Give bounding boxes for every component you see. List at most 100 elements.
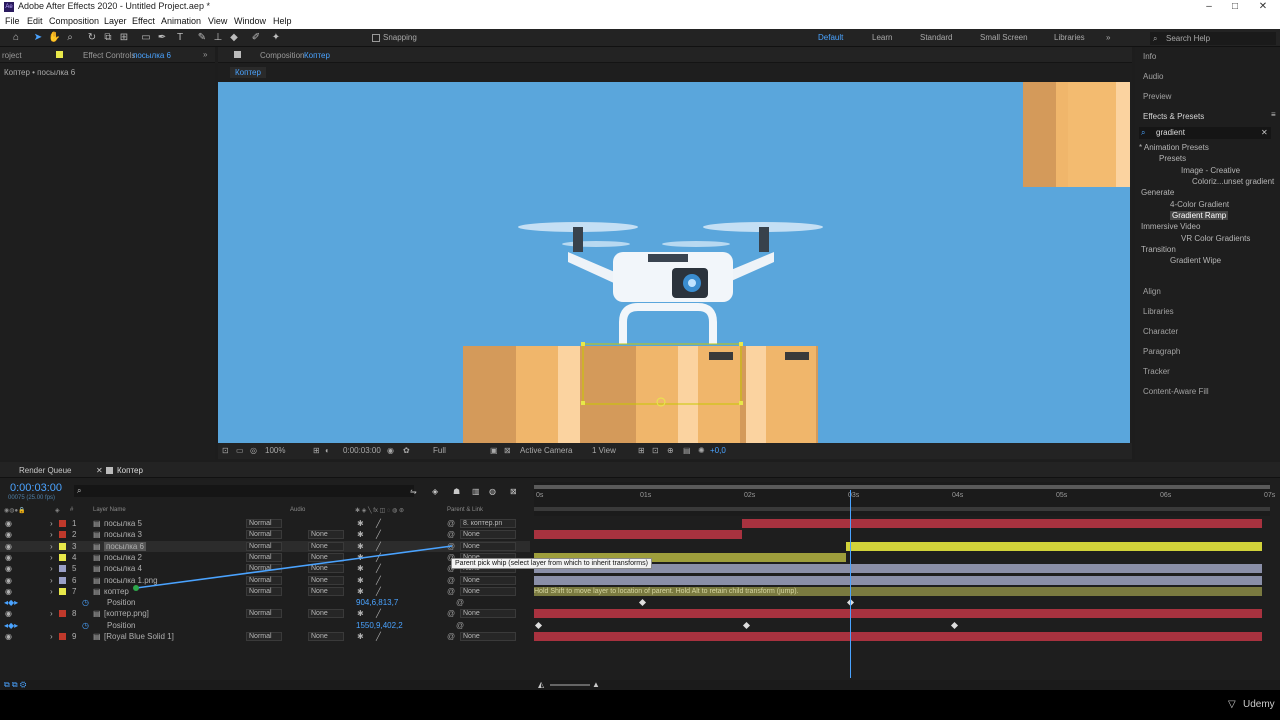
parent-select[interactable]: None (460, 609, 516, 619)
tab-project[interactable]: roject (2, 51, 22, 60)
brush-tool-icon[interactable]: ✎ (196, 32, 208, 44)
workspace-standard[interactable]: Standard (920, 33, 952, 42)
work-area-bar[interactable] (534, 485, 1270, 489)
parent-select[interactable]: None (460, 575, 516, 585)
rectangle-tool-icon[interactable]: ▭ (140, 32, 152, 44)
col-layer-name[interactable]: Layer Name (93, 507, 126, 513)
search-help-input[interactable]: ⌕ Search Help (1150, 32, 1276, 45)
pen-tool-icon[interactable]: ✒ (156, 32, 168, 44)
tab-composition-label[interactable]: Composition (260, 51, 304, 60)
pick-whip-icon[interactable]: @ (447, 519, 455, 528)
visibility-eye-icon[interactable]: ◉ (5, 542, 12, 551)
layer-name[interactable]: посылка 3 (104, 530, 142, 539)
parent-select[interactable]: None (460, 586, 516, 596)
composition-viewer[interactable] (218, 82, 1130, 443)
label-color-chip[interactable] (59, 565, 66, 573)
layer-row[interactable]: ◉ › 9 ▤ [Royal Blue Solid 1] Normal None ✱ ╱ @ Non… (0, 631, 530, 642)
workspace-small-screen[interactable]: Small Screen (980, 33, 1028, 42)
twirl-arrow-icon[interactable]: › (50, 542, 53, 551)
quality-switch-icon[interactable]: ╱ (376, 632, 381, 641)
pick-whip-icon[interactable]: @ (447, 632, 455, 641)
tree-animation-presets[interactable]: * Animation Presets (1139, 143, 1209, 152)
camera-select[interactable]: Active Camera (520, 446, 572, 455)
menu-layer[interactable]: Layer (104, 16, 127, 26)
panel-paragraph[interactable]: Paragraph (1143, 347, 1180, 356)
label-color-chip[interactable] (59, 520, 66, 527)
keyframe[interactable] (534, 621, 543, 629)
camera-tool-icon[interactable]: ⧉ (102, 32, 114, 44)
magnify-icon[interactable]: ⊡ (222, 446, 229, 455)
tree-vr-color-gradients[interactable]: VR Color Gradients (1181, 234, 1250, 243)
show-channel-icon[interactable]: ✿ (403, 446, 410, 455)
home-icon[interactable]: ⌂ (10, 32, 22, 44)
tree-4-color-gradient[interactable]: 4-Color Gradient (1170, 200, 1229, 209)
panel-audio[interactable]: Audio (1143, 72, 1163, 81)
panel-character[interactable]: Character (1143, 327, 1178, 336)
track-matte-select[interactable]: None (308, 609, 344, 619)
transparency-grid-icon[interactable]: ⊠ (504, 446, 511, 455)
frame-blending-icon[interactable]: ▥ (472, 487, 480, 496)
more-workspaces-icon[interactable]: » (1106, 33, 1110, 42)
graph-editor-icon[interactable]: ⊠ (510, 487, 517, 496)
label-color-chip[interactable] (59, 576, 66, 584)
menu-edit[interactable]: Edit (27, 16, 43, 26)
zoom-level-select[interactable]: 100% (265, 446, 285, 455)
tree-gradient-wipe[interactable]: Gradient Wipe (1170, 256, 1221, 265)
twirl-arrow-icon[interactable]: › (50, 576, 53, 585)
menu-window[interactable]: Window (234, 16, 266, 26)
layer-row[interactable]: ◉ › 8 ▤ [коптер.png] Normal None ✱ ╱ @ None (0, 608, 530, 619)
track-area[interactable] (534, 518, 1270, 678)
label-color-chip[interactable] (59, 610, 66, 618)
puppet-tool-icon[interactable]: ✦ (270, 32, 282, 44)
expression-pick-whip-icon[interactable]: @ (456, 598, 464, 607)
tree-image-creative[interactable]: Image - Creative (1181, 166, 1240, 175)
menu-help[interactable]: Help (273, 16, 292, 26)
pick-whip-icon[interactable]: @ (447, 609, 455, 618)
stopwatch-icon[interactable]: ◷ (82, 598, 89, 607)
visibility-eye-icon[interactable]: ◉ (5, 530, 12, 539)
layer-duration-bar[interactable] (534, 575, 1262, 585)
eraser-tool-icon[interactable]: ◆ (228, 32, 240, 44)
menu-animation[interactable]: Animation (161, 16, 201, 26)
stopwatch-icon[interactable]: ◷ (82, 621, 89, 630)
menu-file[interactable]: File (5, 16, 20, 26)
layer-row[interactable]: ◉ › 2 ▤ посылка 3 Normal None ✱ ╱ @ None (0, 529, 530, 540)
twirl-arrow-icon[interactable]: › (50, 519, 53, 528)
selection-tool-icon[interactable]: ➤ (32, 32, 44, 44)
rotate-tool-icon[interactable]: ↻ (86, 32, 98, 44)
panel-effects-presets[interactable]: Effects & Presets (1143, 112, 1204, 121)
clone-stamp-tool-icon[interactable]: ⊥ (212, 32, 224, 44)
view-layout-select[interactable]: 1 View (592, 446, 616, 455)
keyframe-nav-icon[interactable]: ◂◆▸ (4, 621, 18, 630)
zoom-tool-icon[interactable]: ⌕ (64, 32, 76, 44)
layer-name[interactable]: коптер (104, 587, 129, 596)
twirl-arrow-icon[interactable]: › (50, 530, 53, 539)
layer-row[interactable]: ◉ › 1 ▤ посылка 5 Normal ✱ ╱ @8. коптер.pn (0, 518, 530, 529)
mask-view-icon[interactable]: ◎ (250, 446, 257, 455)
property-value[interactable]: 904,6,813,7 (356, 598, 398, 607)
quality-switch-icon[interactable]: ╱ (376, 609, 381, 618)
panel-preview[interactable]: Preview (1143, 92, 1171, 101)
fast-preview-icon[interactable]: ⊕ (667, 446, 674, 455)
comp-mini-flowchart-icon[interactable]: ⇋ (410, 487, 417, 496)
shy-switch-icon[interactable]: ✱ (357, 632, 364, 641)
shy-switch-icon[interactable]: ✱ (357, 519, 364, 528)
zoom-out-icon[interactable]: ◭ (538, 680, 544, 689)
visibility-eye-icon[interactable]: ◉ (5, 553, 12, 562)
blend-mode-select[interactable]: Normal (246, 632, 282, 641)
snapping-checkbox[interactable] (372, 34, 380, 42)
comp-flowchart-tab[interactable]: Коптер (230, 67, 266, 78)
panel-menu-icon[interactable]: ≡ (1271, 110, 1276, 119)
hand-tool-icon[interactable]: ✋ (48, 32, 60, 44)
quality-switch-icon[interactable]: ╱ (376, 519, 381, 528)
close-tab-icon[interactable]: ✕ (96, 466, 103, 475)
property-row[interactable]: ◂◆▸ ◷ Position 904,6,813,7 @ (0, 597, 530, 608)
tab-render-queue[interactable]: Render Queue (19, 466, 71, 475)
tree-immersive-video[interactable]: Immersive Video (1141, 222, 1200, 231)
preview-icon[interactable]: ▭ (236, 446, 244, 455)
type-tool-icon[interactable]: T (174, 32, 186, 44)
timeline-search-input[interactable]: ⌕ (74, 485, 414, 497)
visibility-eye-icon[interactable]: ◉ (5, 576, 12, 585)
label-color-chip[interactable] (59, 633, 66, 640)
panel-tracker[interactable]: Tracker (1143, 367, 1170, 376)
